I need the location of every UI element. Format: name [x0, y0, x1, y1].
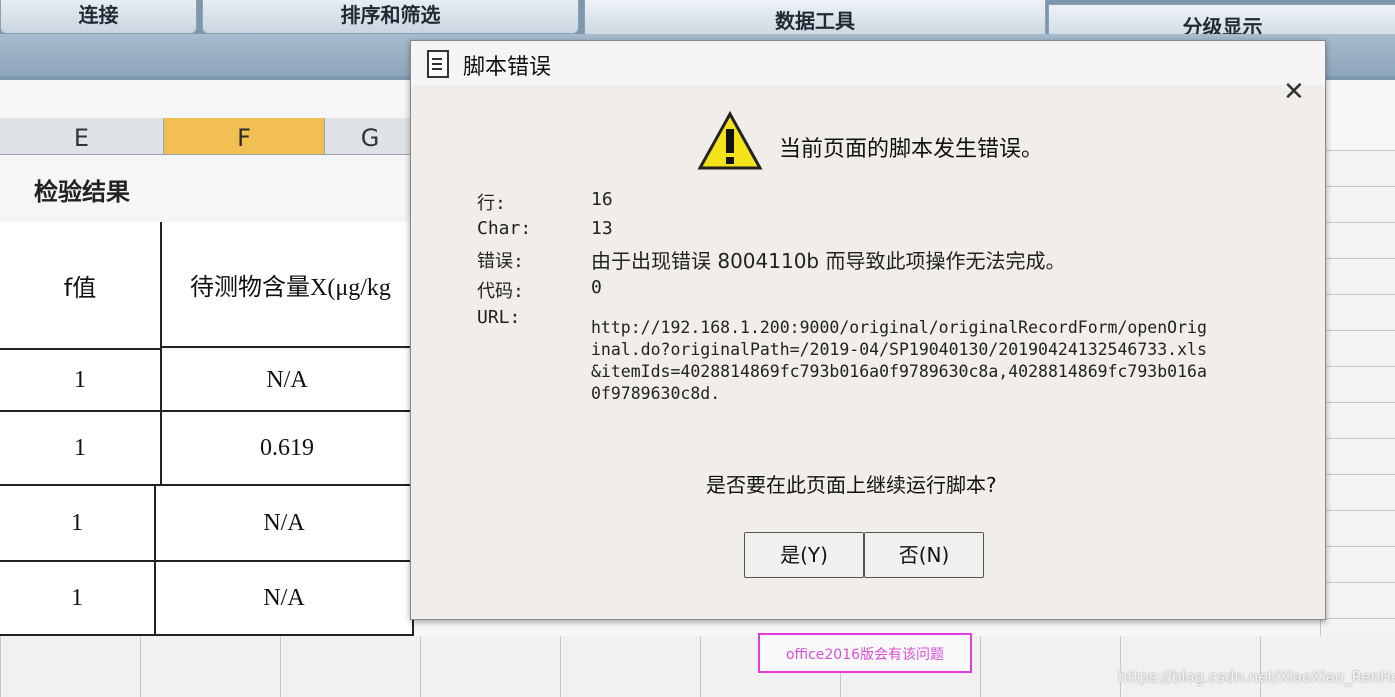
field-code-label: 代码:: [477, 281, 524, 302]
cell-f-4[interactable]: 1: [0, 562, 156, 636]
column-header-e[interactable]: E: [0, 118, 164, 155]
cell-x-3[interactable]: N/A: [156, 486, 414, 562]
results-title[interactable]: 检验结果: [34, 172, 130, 207]
document-icon: [427, 50, 449, 78]
field-line-value: 16: [591, 189, 613, 210]
field-url-label: URL:: [477, 307, 521, 328]
cell-x-4[interactable]: N/A: [156, 562, 414, 636]
column-header-f[interactable]: F: [164, 118, 325, 155]
cell-f-1[interactable]: 1: [0, 350, 162, 412]
field-line-label: 行:: [477, 193, 506, 214]
cell-x-2[interactable]: 0.619: [162, 412, 414, 486]
grid-right: [1320, 150, 1395, 697]
error-message: 当前页面的脚本发生错误。: [779, 137, 1044, 162]
ribbon-group-sort-filter[interactable]: 排序和筛选: [202, 0, 579, 34]
yes-button[interactable]: 是(Y): [744, 532, 864, 578]
field-char-label: Char:: [477, 218, 532, 239]
cell-f-3[interactable]: 1: [0, 486, 156, 562]
header-f-value[interactable]: f值: [0, 222, 162, 350]
dialog-title: 脚本错误: [463, 55, 552, 80]
column-header-g[interactable]: G: [325, 118, 416, 155]
continue-question: 是否要在此页面上继续运行脚本?: [706, 473, 997, 497]
grid-bottom: [0, 636, 1395, 697]
close-icon[interactable]: ✕: [1283, 77, 1305, 107]
cell-x-1[interactable]: N/A: [162, 350, 414, 412]
script-error-dialog: 脚本错误 ✕ 当前页面的脚本发生错误。 行: 16 Char: 13 错误: 由…: [410, 40, 1326, 620]
warning-icon: [697, 111, 763, 170]
header-content[interactable]: 待测物含量X(μg/kg: [162, 222, 412, 348]
field-code-value: 0: [591, 277, 602, 298]
no-button[interactable]: 否(N): [864, 532, 984, 578]
field-url-value: http://192.168.1.200:9000/original/origi…: [591, 318, 1207, 403]
cell-f-2[interactable]: 1: [0, 412, 162, 486]
dialog-titlebar[interactable]: 脚本错误: [411, 41, 1325, 85]
field-char-value: 13: [591, 218, 613, 239]
field-error-value: 由于出现错误 8004110b 而导致此项操作无法完成。: [591, 249, 1066, 273]
watermark: https://blog.csdn.net/XiaoXiao_RenHe: [1118, 668, 1395, 686]
ribbon-group-connections[interactable]: 连接: [0, 0, 197, 34]
field-error-label: 错误:: [477, 251, 524, 272]
annotation-box: office2016版会有该问题: [758, 633, 972, 673]
